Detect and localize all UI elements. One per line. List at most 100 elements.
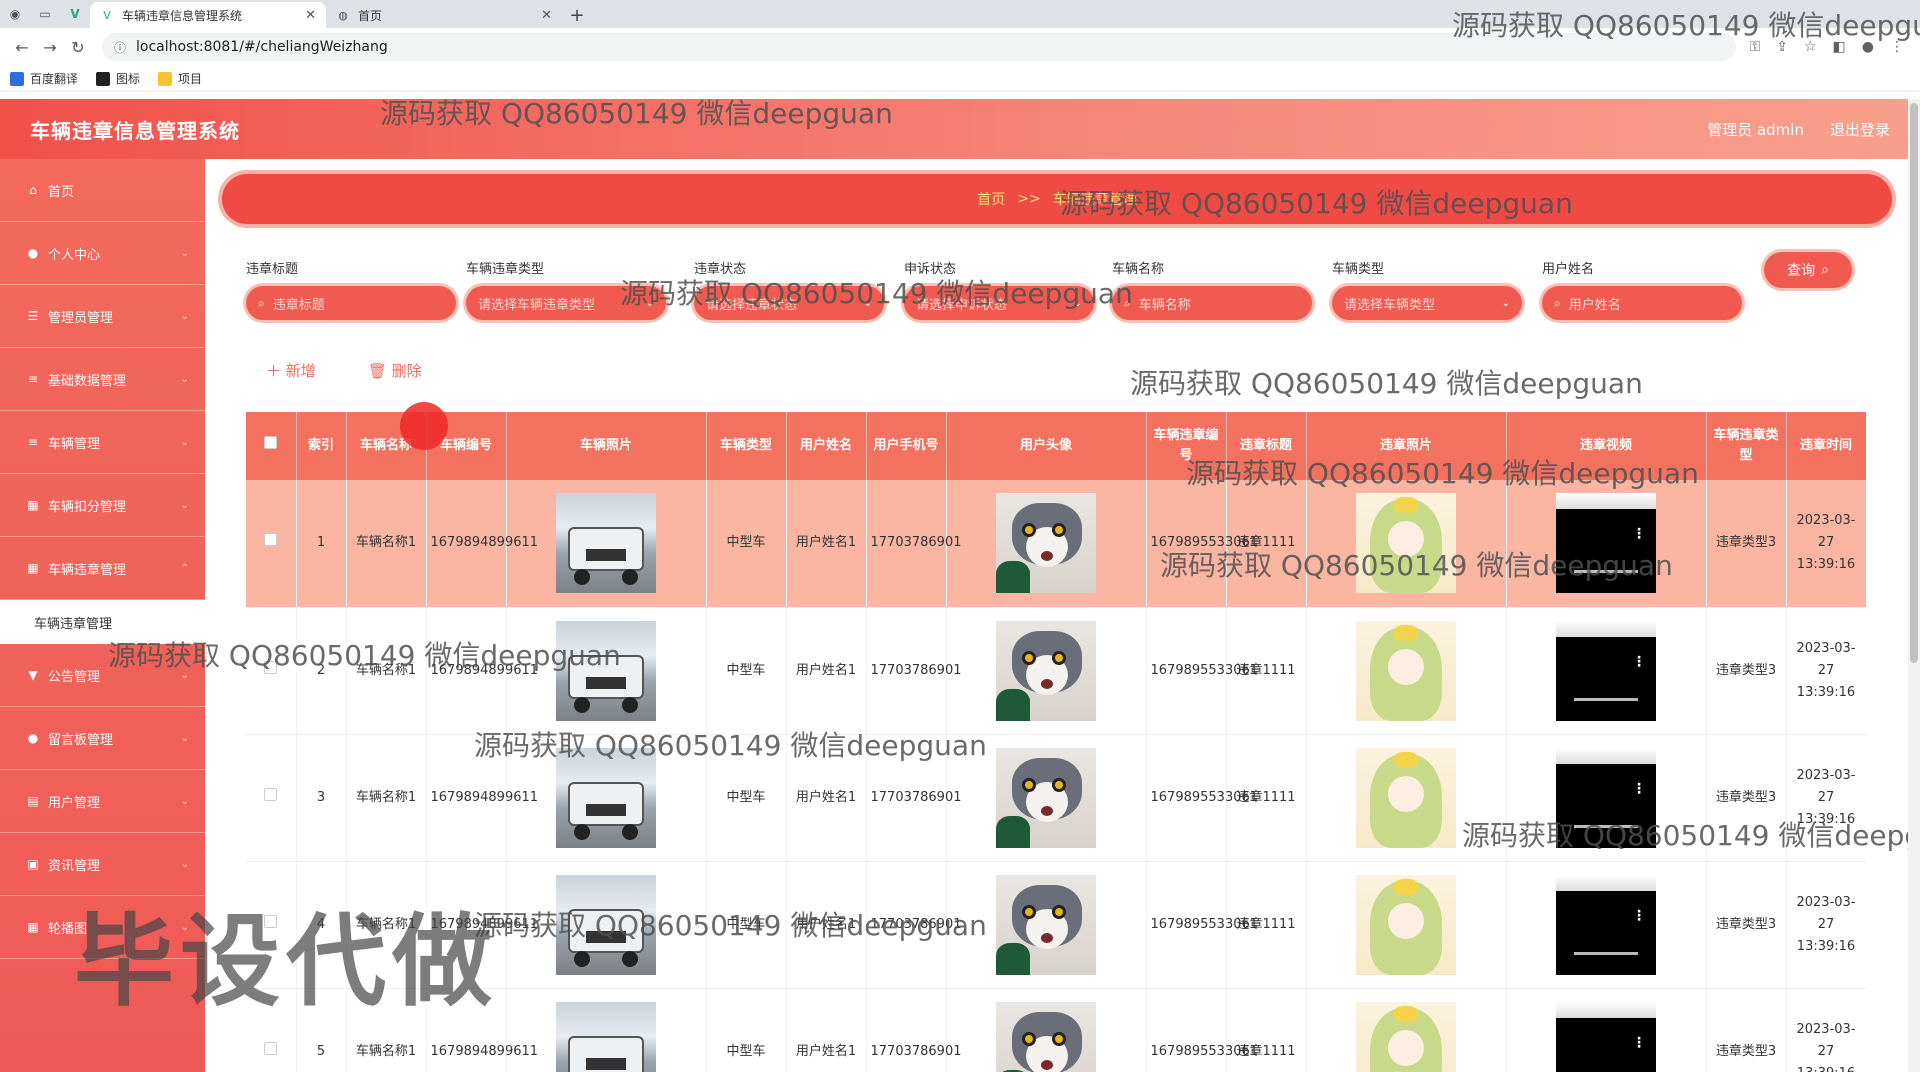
reload-icon[interactable]: ↻ — [64, 38, 92, 57]
sidebar-item-deductions[interactable]: ▦ 车辆扣分管理 ⌄ — [0, 474, 205, 537]
user-avatar[interactable] — [996, 747, 1096, 848]
violation-photo[interactable] — [1356, 747, 1456, 848]
kebab-menu-icon[interactable]: ⋮ — [1632, 778, 1646, 800]
search-field-appeal-status: 申诉状态 请选择申诉状态 ⌄ — [904, 258, 1094, 320]
browser-tab-home[interactable]: ◍ 首页 ✕ — [326, 2, 562, 28]
cell-violation-photo[interactable] — [1306, 480, 1507, 608]
violation-type-select[interactable]: 请选择车辆违章类型 ⌄ — [466, 286, 666, 320]
table-row[interactable]: 3 车辆名称1 1679894899611 中型车 用户姓名1 17703786901 16… — [246, 734, 1866, 862]
bookmark-translate[interactable]: 百度翻译 — [10, 70, 78, 87]
sidebar-item-admins[interactable]: ☰ 管理员管理 ⌄ — [0, 285, 205, 348]
sidepanel-icon[interactable]: ◧ — [1833, 39, 1846, 55]
kebab-menu-icon[interactable]: ⋮ — [1632, 1032, 1646, 1054]
sidebar-subitem-violations[interactable]: 车辆违章管理 — [0, 600, 205, 644]
violation-photo[interactable] — [1356, 874, 1456, 975]
browser-tab-active[interactable]: V 车辆违章信息管理系统 ✕ — [90, 2, 326, 28]
cell-violation-video[interactable]: ⋮ — [1506, 734, 1707, 862]
forward-icon[interactable]: → — [36, 38, 64, 57]
vehicle-photo[interactable] — [556, 1001, 656, 1072]
violation-photo[interactable] — [1356, 493, 1456, 594]
url-field[interactable]: ⓘ localhost:8081/#/cheliangWeizhang — [102, 33, 1736, 61]
vue-tab-icon[interactable]: V — [60, 0, 90, 28]
kebab-menu-icon[interactable]: ⋮ — [1890, 39, 1904, 55]
violation-video[interactable]: ⋮ — [1556, 620, 1656, 721]
table-row[interactable]: 1 车辆名称1 1679894899611 中型车 用户姓名1 17703786901 16… — [246, 480, 1866, 608]
tab-search-icon[interactable]: ▭ — [30, 0, 60, 28]
user-icon: ● — [27, 731, 39, 745]
user-avatar[interactable] — [996, 1001, 1096, 1072]
vehicle-name-input[interactable]: ⌕ 车辆名称 — [1112, 286, 1312, 320]
app-title: 车辆违章信息管理系统 — [30, 118, 240, 143]
key-icon[interactable]: ⚿ — [1750, 39, 1761, 55]
cell-violation-video[interactable]: ⋮ — [1506, 480, 1707, 608]
back-icon[interactable]: ← — [8, 38, 36, 57]
cell-user-avatar[interactable] — [946, 480, 1147, 608]
sidebar-item-violations[interactable]: ▦ 车辆违章管理 ⌃ — [0, 537, 205, 600]
cell-violation-photo[interactable] — [1306, 988, 1507, 1072]
row-checkbox[interactable] — [246, 480, 297, 608]
sidebar-item-users[interactable]: ▤ 用户管理 ⌄ — [0, 770, 205, 833]
profile-icon[interactable]: ● — [1862, 39, 1874, 55]
vehicle-photo[interactable] — [556, 747, 656, 848]
user-avatar[interactable] — [996, 620, 1096, 721]
query-button[interactable]: 查询 ⌕ — [1764, 252, 1852, 288]
sidebar-item-notices[interactable]: ▼ 公告管理 ⌄ — [0, 644, 205, 707]
bookmark-projects[interactable]: 项目 — [158, 70, 202, 87]
violation-video[interactable]: ⋮ — [1556, 874, 1656, 975]
cell-user-avatar[interactable] — [946, 607, 1147, 735]
violation-video[interactable]: ⋮ — [1556, 493, 1656, 594]
cell-index: 3 — [296, 734, 347, 862]
logout-link[interactable]: 退出登录 — [1830, 119, 1890, 140]
user-avatar[interactable] — [996, 493, 1096, 594]
chevron-down-icon: ⌄ — [180, 732, 189, 744]
row-checkbox[interactable] — [246, 734, 297, 862]
row-checkbox[interactable] — [246, 607, 297, 735]
page-scrollbar[interactable] — [1908, 99, 1920, 1072]
close-icon[interactable]: ✕ — [541, 8, 552, 23]
sidebar-item-vehicles[interactable]: ≡ 车辆管理 ⌄ — [0, 411, 205, 474]
cell-user-avatar[interactable] — [946, 861, 1147, 989]
cell-vehicle-photo[interactable] — [506, 988, 707, 1072]
info-icon[interactable]: ⓘ — [114, 39, 126, 56]
vehicle-photo[interactable] — [556, 620, 656, 721]
vehicle-photo[interactable] — [556, 493, 656, 594]
vehicle-photo[interactable] — [556, 874, 656, 975]
table-row[interactable]: 2 车辆名称1 1679894899611 中型车 用户姓名1 17703786901 16… — [246, 607, 1866, 735]
breadcrumb-home[interactable]: 首页 — [977, 189, 1005, 209]
user-avatar[interactable] — [996, 874, 1096, 975]
delete-button[interactable]: 🗑 删除 — [368, 360, 422, 381]
violation-title-input[interactable]: ⌕ 违章标题 — [246, 286, 456, 320]
violation-status-select[interactable]: 请选择违章状态 ⌄ — [694, 286, 884, 320]
kebab-menu-icon[interactable]: ⋮ — [1632, 905, 1646, 927]
sidebar-item-profile[interactable]: ● 个人中心 ⌄ — [0, 222, 205, 285]
violation-video[interactable]: ⋮ — [1556, 747, 1656, 848]
star-icon[interactable]: ☆ — [1804, 39, 1817, 55]
share-icon[interactable]: ⇪ — [1776, 39, 1788, 55]
violation-photo[interactable] — [1356, 620, 1456, 721]
user-name-input[interactable]: ⌕ 用户姓名 — [1542, 286, 1742, 320]
cell-violation-photo[interactable] — [1306, 861, 1507, 989]
browser-menu-icon[interactable]: ◉ — [0, 0, 30, 28]
select-all-checkbox[interactable] — [246, 412, 297, 480]
violation-photo[interactable] — [1356, 1001, 1456, 1072]
sidebar-item-basic-data[interactable]: ≡ 基础数据管理 ⌄ — [0, 348, 205, 411]
sidebar-item-home[interactable]: ⌂ 首页 — [0, 159, 205, 222]
vehicle-type-select[interactable]: 请选择车辆类型 ⌄ — [1332, 286, 1522, 320]
cell-violation-photo[interactable] — [1306, 734, 1507, 862]
violation-video[interactable]: ⋮ — [1556, 1001, 1656, 1072]
cell-violation-video[interactable]: ⋮ — [1506, 988, 1707, 1072]
close-icon[interactable]: ✕ — [305, 8, 316, 23]
kebab-menu-icon[interactable]: ⋮ — [1632, 651, 1646, 673]
sidebar-item-messages[interactable]: ● 留言板管理 ⌄ — [0, 707, 205, 770]
cell-violation-video[interactable]: ⋮ — [1506, 607, 1707, 735]
cell-user-avatar[interactable] — [946, 988, 1147, 1072]
appeal-status-select[interactable]: 请选择申诉状态 ⌄ — [904, 286, 1094, 320]
bookmark-icons[interactable]: 图标 — [96, 70, 140, 87]
kebab-menu-icon[interactable]: ⋮ — [1632, 523, 1646, 545]
cell-user-avatar[interactable] — [946, 734, 1147, 862]
new-tab-button[interactable]: + — [562, 2, 592, 28]
cell-violation-video[interactable]: ⋮ — [1506, 861, 1707, 989]
cell-violation-photo[interactable] — [1306, 607, 1507, 735]
add-button[interactable]: ＋ 新增 — [266, 360, 316, 381]
scrollbar-thumb[interactable] — [1910, 103, 1918, 663]
